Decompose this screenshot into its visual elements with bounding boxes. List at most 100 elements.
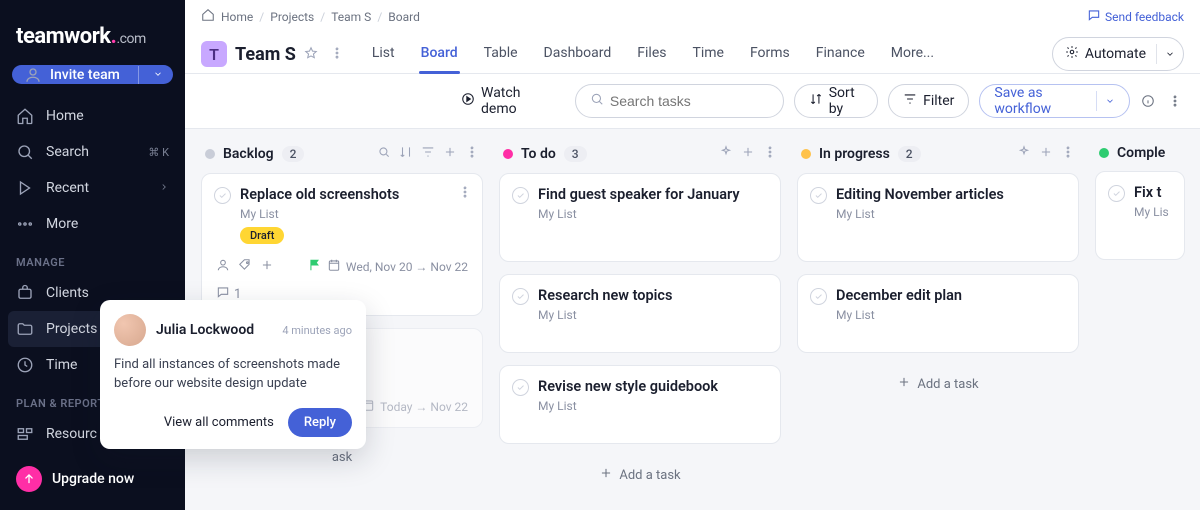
search-icon [16, 143, 34, 161]
tab-more[interactable]: More... [891, 35, 934, 73]
tab-files[interactable]: Files [637, 35, 666, 73]
flag-icon[interactable] [308, 258, 322, 275]
play-icon [461, 92, 475, 110]
tab-forms[interactable]: Forms [750, 35, 790, 73]
project-header: T Team S List Board Table Dashboard File… [185, 29, 1200, 73]
card-title: Replace old screenshots [216, 186, 468, 203]
complete-toggle[interactable] [1108, 185, 1125, 202]
assignee-icon[interactable] [216, 258, 230, 275]
task-card[interactable]: December edit plan My List [797, 274, 1079, 353]
card-more-icon[interactable] [458, 184, 472, 203]
clock-icon [16, 356, 34, 374]
nav-more[interactable]: More [0, 206, 185, 242]
card-list: My List [812, 207, 1064, 221]
status-dot [1099, 148, 1109, 158]
nav-label: Time [46, 357, 77, 373]
star-icon[interactable] [304, 45, 318, 64]
nav-search[interactable]: Search ⌘ K [0, 134, 185, 170]
filter-icon[interactable] [421, 145, 435, 163]
tab-board[interactable]: Board [421, 35, 458, 73]
chevron-down-icon[interactable] [153, 67, 163, 83]
dots-icon[interactable] [1061, 145, 1075, 163]
overflow-icon[interactable] [1167, 94, 1184, 108]
comment-time: 4 minutes ago [282, 324, 352, 337]
project-badge: T [201, 41, 227, 67]
project-more-icon[interactable] [326, 45, 348, 64]
filter-button[interactable]: Filter [888, 84, 969, 118]
add-task-button[interactable]: Add a task [797, 365, 1079, 403]
card-list: My List [812, 308, 1064, 322]
dots-icon[interactable] [465, 145, 479, 163]
divider [138, 66, 139, 84]
task-card[interactable]: Find guest speaker for January My List [499, 173, 781, 262]
card-list: My List [216, 207, 468, 221]
column-header: Comple [1095, 145, 1185, 171]
sparkle-icon[interactable] [1017, 145, 1031, 163]
crumb-home[interactable]: Home [221, 10, 253, 24]
crumb-board[interactable]: Board [388, 10, 420, 24]
watch-demo-button[interactable]: Watch demo [461, 85, 545, 117]
tab-time[interactable]: Time [692, 35, 723, 73]
info-icon[interactable] [1140, 94, 1157, 108]
chevron-right-icon [159, 182, 169, 195]
column-title: In progress [819, 146, 890, 162]
crumb-project[interactable]: Team S [331, 10, 371, 24]
complete-toggle[interactable] [512, 379, 529, 396]
dots-icon[interactable] [763, 145, 777, 163]
view-all-comments-link[interactable]: View all comments [164, 415, 274, 430]
invite-team-button[interactable]: Invite team [12, 65, 173, 84]
save-workflow-button[interactable]: Save as workflow [979, 84, 1130, 118]
upgrade-button[interactable]: Upgrade now [0, 452, 185, 510]
crumb-projects[interactable]: Projects [270, 10, 314, 24]
add-task-label: Add a task [619, 468, 680, 483]
sort-label: Sort by [829, 85, 863, 117]
task-card[interactable]: Research new topics My List [499, 274, 781, 353]
tag-draft: Draft [240, 227, 284, 244]
tab-dashboard[interactable]: Dashboard [544, 35, 612, 73]
tab-finance[interactable]: Finance [816, 35, 865, 73]
upgrade-icon [16, 466, 42, 492]
plus-icon[interactable] [260, 258, 274, 275]
column-title: To do [521, 146, 556, 162]
search-field[interactable] [610, 93, 769, 109]
board-toolbar: Watch demo Sort by Filter Save as workfl… [185, 74, 1200, 129]
tab-list[interactable]: List [372, 35, 395, 73]
sort-button[interactable]: Sort by [794, 84, 878, 118]
plus-icon[interactable] [443, 145, 457, 163]
chevron-down-icon[interactable] [1156, 44, 1175, 64]
nav-label: Search [46, 144, 89, 160]
automate-label: Automate [1085, 46, 1146, 62]
complete-toggle[interactable] [810, 288, 827, 305]
add-task-label: ask [332, 450, 352, 465]
task-card[interactable]: Fix t My Lis [1095, 171, 1185, 260]
tag-icon[interactable] [238, 258, 252, 275]
complete-toggle[interactable] [810, 187, 827, 204]
search-icon[interactable] [377, 145, 391, 163]
card-title: Find guest speaker for January [514, 186, 766, 203]
task-card[interactable]: Revise new style guidebook My List [499, 365, 781, 444]
complete-toggle[interactable] [512, 288, 529, 305]
task-card[interactable]: Replace old screenshots My List Draft We… [201, 173, 483, 316]
complete-toggle[interactable] [214, 187, 231, 204]
automate-button[interactable]: Automate [1052, 37, 1184, 71]
send-feedback-link[interactable]: Send feedback [1087, 8, 1184, 25]
automate-icon [1065, 45, 1079, 63]
add-task-button[interactable]: Add a task [499, 456, 781, 494]
sort-icon[interactable] [399, 145, 413, 163]
search-input[interactable] [575, 84, 784, 118]
folder-icon [16, 320, 34, 338]
plus-icon[interactable] [741, 145, 755, 163]
chevron-down-icon[interactable] [1096, 91, 1115, 111]
complete-toggle[interactable] [512, 187, 529, 204]
nav-recent[interactable]: Recent [0, 170, 185, 206]
avatar [114, 314, 146, 346]
task-card[interactable]: Editing November articles My List [797, 173, 1079, 262]
column-inprogress: In progress 2 Editing November articles … [797, 145, 1079, 510]
sparkle-icon[interactable] [719, 145, 733, 163]
column-header: Backlog 2 [201, 145, 483, 173]
nav-home[interactable]: Home [0, 98, 185, 134]
tab-table[interactable]: Table [484, 35, 518, 73]
reply-button[interactable]: Reply [288, 408, 352, 437]
upgrade-label: Upgrade now [52, 471, 134, 487]
plus-icon[interactable] [1039, 145, 1053, 163]
